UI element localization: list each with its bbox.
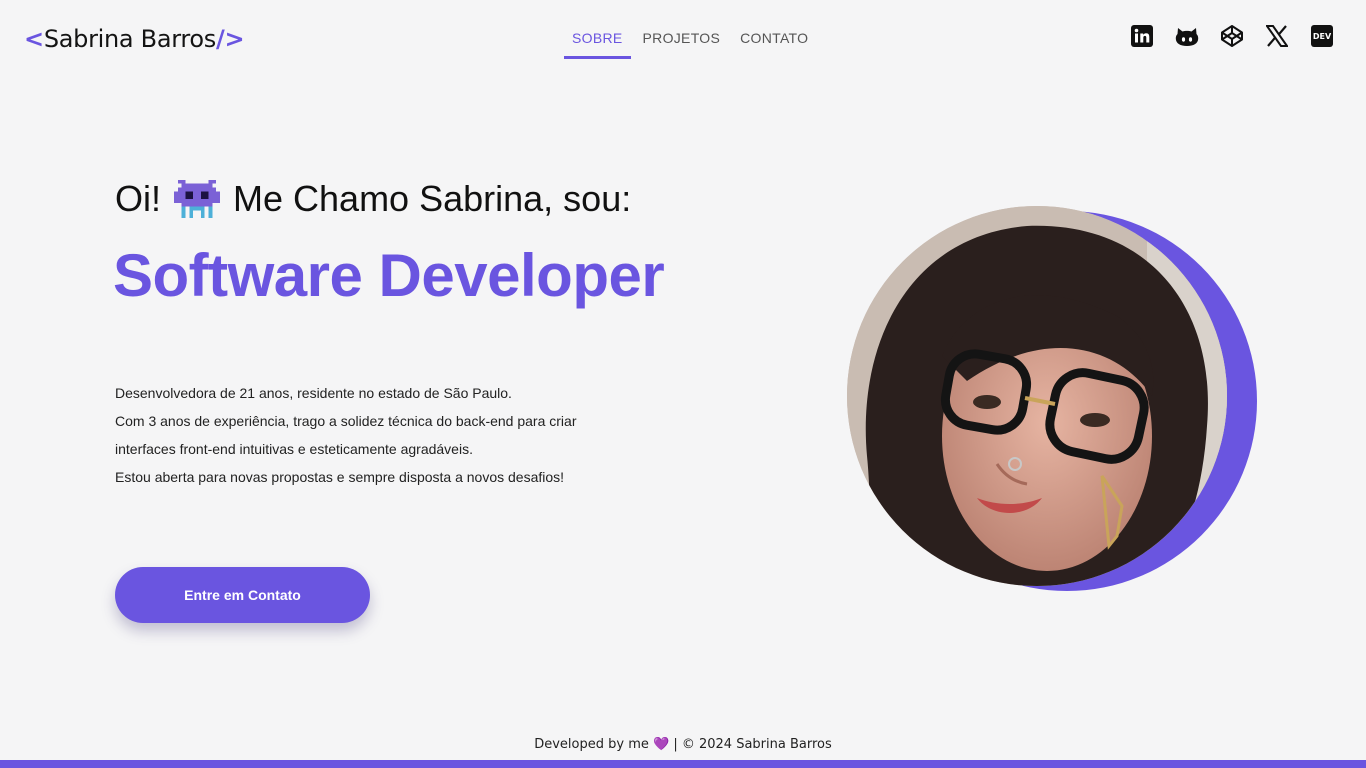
bio-line: Desenvolvedora de 21 anos, residente no … (115, 385, 512, 401)
bio-line: interfaces front-end intuitivas e esteti… (115, 441, 473, 457)
hero-bio: Desenvolvedora de 21 anos, residente no … (115, 379, 675, 491)
bio-line: Com 3 anos de experiência, trago a solid… (115, 413, 577, 429)
dev-link[interactable]: DEV (1310, 24, 1334, 48)
footer-credit: Developed by me (534, 737, 649, 752)
greeting-start: Oi! (115, 178, 162, 219)
site-logo[interactable]: <Sabrina Barros/> (24, 25, 245, 53)
site-header: <Sabrina Barros/> SOBRE PROJETOS CONTATO (0, 0, 1366, 76)
linkedin-link[interactable] (1130, 24, 1154, 48)
bio-line: Estou aberta para novas propostas e semp… (115, 469, 565, 485)
linkedin-icon (1131, 25, 1153, 47)
contact-cta-button[interactable]: Entre em Contato (115, 567, 370, 623)
site-footer: Developed by me 💜 | © 2024 Sabrina Barro… (0, 736, 1366, 754)
github-link[interactable] (1175, 24, 1199, 48)
codepen-icon (1221, 25, 1243, 47)
hero-role-title: Software Developer (113, 242, 665, 309)
footer-copyright: | © 2024 Sabrina Barros (673, 737, 832, 752)
dev-icon: DEV (1311, 25, 1333, 47)
nav-projetos[interactable]: PROJETOS (643, 26, 721, 59)
hero-greeting: Oi! Me Chamo Sabrina, sou: (115, 176, 631, 222)
greeting-end: Me Chamo Sabrina, sou: (233, 178, 632, 219)
logo-close-bracket: /> (216, 25, 245, 53)
x-twitter-icon (1266, 25, 1288, 47)
social-links: DEV (1130, 24, 1334, 48)
alien-monster-emoji-icon (173, 176, 221, 222)
github-icon (1175, 28, 1199, 46)
logo-open-bracket: < (24, 25, 44, 53)
profile-photo (847, 206, 1227, 586)
main-nav: SOBRE PROJETOS CONTATO (564, 26, 828, 59)
nav-contato[interactable]: CONTATO (740, 26, 808, 59)
logo-name: Sabrina Barros (43, 25, 217, 53)
bottom-accent-bar (0, 760, 1366, 768)
purple-heart-icon: 💜 (653, 737, 670, 752)
nav-sobre[interactable]: SOBRE (564, 26, 631, 59)
x-twitter-link[interactable] (1265, 24, 1289, 48)
codepen-link[interactable] (1220, 24, 1244, 48)
